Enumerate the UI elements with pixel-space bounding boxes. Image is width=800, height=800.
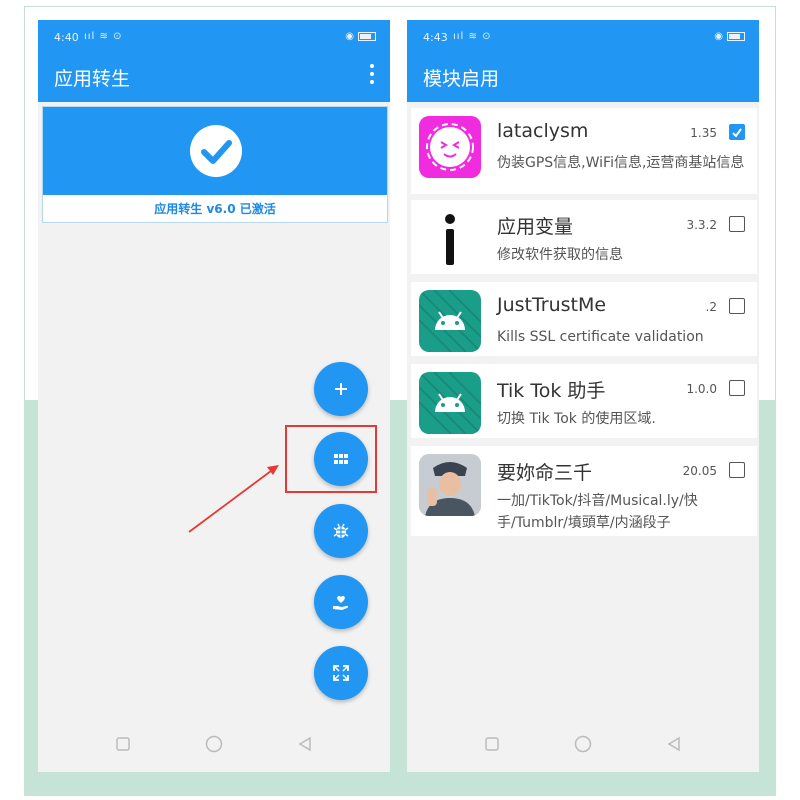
highlight-box [285, 425, 377, 493]
module-version: .2 [705, 300, 717, 314]
square-icon [485, 737, 500, 751]
overflow-menu-icon[interactable] [368, 64, 376, 84]
module-name: JustTrustMe [497, 294, 607, 316]
module-version: 20.05 [682, 464, 717, 478]
left-phone-screen: 4:40 ııl ≋ ⊙ ◉ 应用转生 应用转生 v6.0 已激活 [38, 20, 390, 772]
home-button[interactable] [573, 734, 593, 754]
module-description: 切换 Tik Tok 的使用区域. [497, 411, 656, 427]
module-item-lataclysm[interactable]: lataclysm 1.35 伪装GPS信息,WiFi信息,运营商基站信息 [411, 108, 757, 194]
check-icon [190, 125, 242, 177]
screen-title: 模块启用 [423, 68, 500, 90]
battery-status: ◉ [714, 31, 745, 42]
navigation-bar [407, 716, 759, 772]
enable-checkbox[interactable] [729, 380, 745, 396]
module-description: Kills SSL certificate validation [497, 329, 704, 345]
add-fab-button[interactable] [314, 362, 368, 416]
status-card-header [43, 107, 387, 195]
hand-heart-icon [333, 595, 349, 610]
enable-checkbox[interactable] [729, 462, 745, 478]
fullscreen-fab-button[interactable] [314, 646, 368, 700]
status-time: 4:40 [54, 31, 79, 44]
back-button[interactable] [295, 734, 315, 754]
info-app-icon [419, 208, 481, 270]
module-item-justtrustme[interactable]: JustTrustMe .2 Kills SSL certificate val… [411, 282, 757, 356]
module-name: lataclysm [497, 120, 589, 142]
lataclysm-app-icon [419, 116, 481, 178]
module-name: 要妳命三千 [497, 462, 593, 484]
status-time: 4:43 [423, 31, 448, 44]
donate-fab-button[interactable] [314, 575, 368, 629]
signal-wifi-icons: ııl ≋ ⊙ [453, 31, 492, 42]
circle-icon [574, 735, 592, 753]
module-name: Tik Tok 助手 [497, 380, 606, 402]
avatar-app-icon [419, 454, 481, 516]
battery-status: ◉ [345, 31, 376, 42]
expand-icon [333, 665, 349, 681]
module-version: 1.0.0 [686, 382, 717, 396]
home-button[interactable] [204, 734, 224, 754]
plus-icon [335, 383, 347, 395]
enable-checkbox[interactable] [729, 298, 745, 314]
back-button[interactable] [664, 734, 684, 754]
triangle-back-icon [298, 736, 311, 752]
navigation-bar [38, 716, 390, 772]
module-version: 3.3.2 [686, 218, 717, 232]
enable-checkbox[interactable] [729, 216, 745, 232]
app-bar: 4:43 ııl ≋ ⊙ ◉ 模块启用 [407, 20, 759, 102]
activation-status-text: 应用转生 v6.0 已激活 [154, 202, 276, 216]
module-name: 应用变量 [497, 216, 574, 238]
recents-button[interactable] [113, 734, 133, 754]
module-version: 1.35 [690, 126, 717, 140]
app-title: 应用转生 [54, 68, 131, 90]
debug-fab-button[interactable] [314, 504, 368, 558]
module-item-tiktok-helper[interactable]: Tik Tok 助手 1.0.0 切换 Tik Tok 的使用区域. [411, 364, 757, 438]
red-arrow-icon [188, 465, 279, 533]
module-description: 一加/TikTok/抖音/Musical.ly/快手/Tumblr/墳頭草/内涵… [497, 493, 698, 531]
android-app-icon [419, 372, 481, 434]
android-app-icon [419, 290, 481, 352]
battery-icon [358, 31, 376, 41]
enable-checkbox[interactable] [729, 124, 745, 140]
bug-icon [333, 523, 349, 538]
square-icon [116, 737, 131, 751]
module-item-app-variables[interactable]: 应用变量 3.3.2 修改软件获取的信息 [411, 200, 757, 274]
app-bar: 4:40 ııl ≋ ⊙ ◉ 应用转生 [38, 20, 390, 102]
signal-wifi-icons: ııl ≋ ⊙ [84, 31, 123, 42]
module-description: 伪装GPS信息,WiFi信息,运营商基站信息 [497, 155, 745, 171]
triangle-back-icon [667, 736, 680, 752]
right-phone-screen: 4:43 ııl ≋ ⊙ ◉ 模块启用 lataclysm 1.35 伪装GPS… [407, 20, 759, 772]
circle-icon [205, 735, 223, 753]
recents-button[interactable] [482, 734, 502, 754]
module-item-yaonimingsanqian[interactable]: 要妳命三千 20.05 一加/TikTok/抖音/Musical.ly/快手/T… [411, 446, 757, 536]
activation-status-card: 应用转生 v6.0 已激活 [42, 106, 388, 223]
module-description: 修改软件获取的信息 [497, 247, 623, 263]
battery-icon [727, 31, 745, 41]
